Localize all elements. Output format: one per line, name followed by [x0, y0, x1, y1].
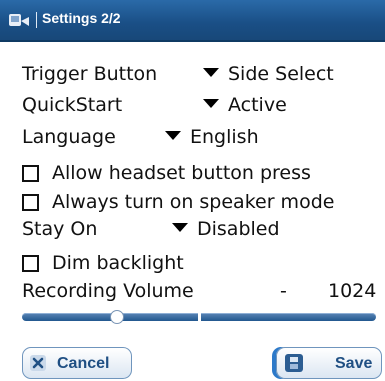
speaker-mode-row[interactable]: Always turn on speaker mode: [22, 189, 382, 215]
stay-on-label: Stay On: [22, 218, 98, 240]
slider-divider: [198, 310, 201, 324]
allow-headset-row[interactable]: Allow headset button press: [22, 160, 382, 186]
cancel-button-label: Cancel: [57, 355, 110, 372]
floppy-save-icon: [285, 354, 303, 372]
quickstart-row: QuickStart Active: [22, 92, 382, 118]
recording-volume-slider[interactable]: [22, 310, 376, 324]
trigger-button-row: Trigger Button Side Select: [22, 61, 382, 87]
language-label: Language: [22, 126, 116, 148]
slider-thumb[interactable]: [110, 310, 124, 324]
allow-headset-label: Allow headset button press: [52, 162, 311, 184]
stay-on-value: Disabled: [197, 218, 280, 240]
trigger-button-label: Trigger Button: [22, 63, 158, 85]
language-row: Language English: [22, 124, 382, 150]
x-close-icon: [30, 355, 46, 371]
dropdown-triangle-icon: [203, 68, 219, 77]
language-dropdown[interactable]: English: [165, 124, 259, 150]
language-value: English: [190, 126, 259, 148]
window-title: Settings 2/2: [42, 10, 121, 26]
trigger-button-value: Side Select: [228, 63, 334, 85]
allow-headset-checkbox[interactable]: [22, 165, 39, 182]
title-bar: Settings 2/2: [0, 0, 385, 42]
speaker-mode-label: Always turn on speaker mode: [52, 191, 335, 213]
recording-volume-dash: -: [280, 280, 287, 302]
dim-backlight-row[interactable]: Dim backlight: [22, 250, 382, 276]
save-button-label: Save: [335, 355, 373, 372]
stay-on-dropdown[interactable]: Disabled: [172, 216, 280, 242]
stay-on-row: Stay On Disabled: [22, 216, 382, 242]
dim-backlight-checkbox[interactable]: [22, 255, 39, 272]
recording-volume-value: 1024: [328, 280, 377, 302]
speaker-mode-checkbox[interactable]: [22, 194, 39, 211]
dropdown-triangle-icon: [203, 99, 219, 108]
quickstart-dropdown[interactable]: Active: [203, 92, 287, 118]
save-button[interactable]: Save: [276, 347, 382, 379]
recording-volume-row: Recording Volume - 1024: [22, 278, 376, 304]
title-separator: [36, 12, 37, 28]
trigger-button-dropdown[interactable]: Side Select: [203, 61, 334, 87]
quickstart-label: QuickStart: [22, 94, 123, 116]
dropdown-triangle-icon: [165, 131, 181, 140]
dim-backlight-label: Dim backlight: [52, 252, 184, 274]
phone-app-icon: [9, 14, 29, 26]
quickstart-value: Active: [228, 94, 287, 116]
cancel-button[interactable]: Cancel: [22, 347, 132, 379]
dropdown-triangle-icon: [172, 223, 188, 232]
recording-volume-label: Recording Volume: [22, 280, 194, 302]
